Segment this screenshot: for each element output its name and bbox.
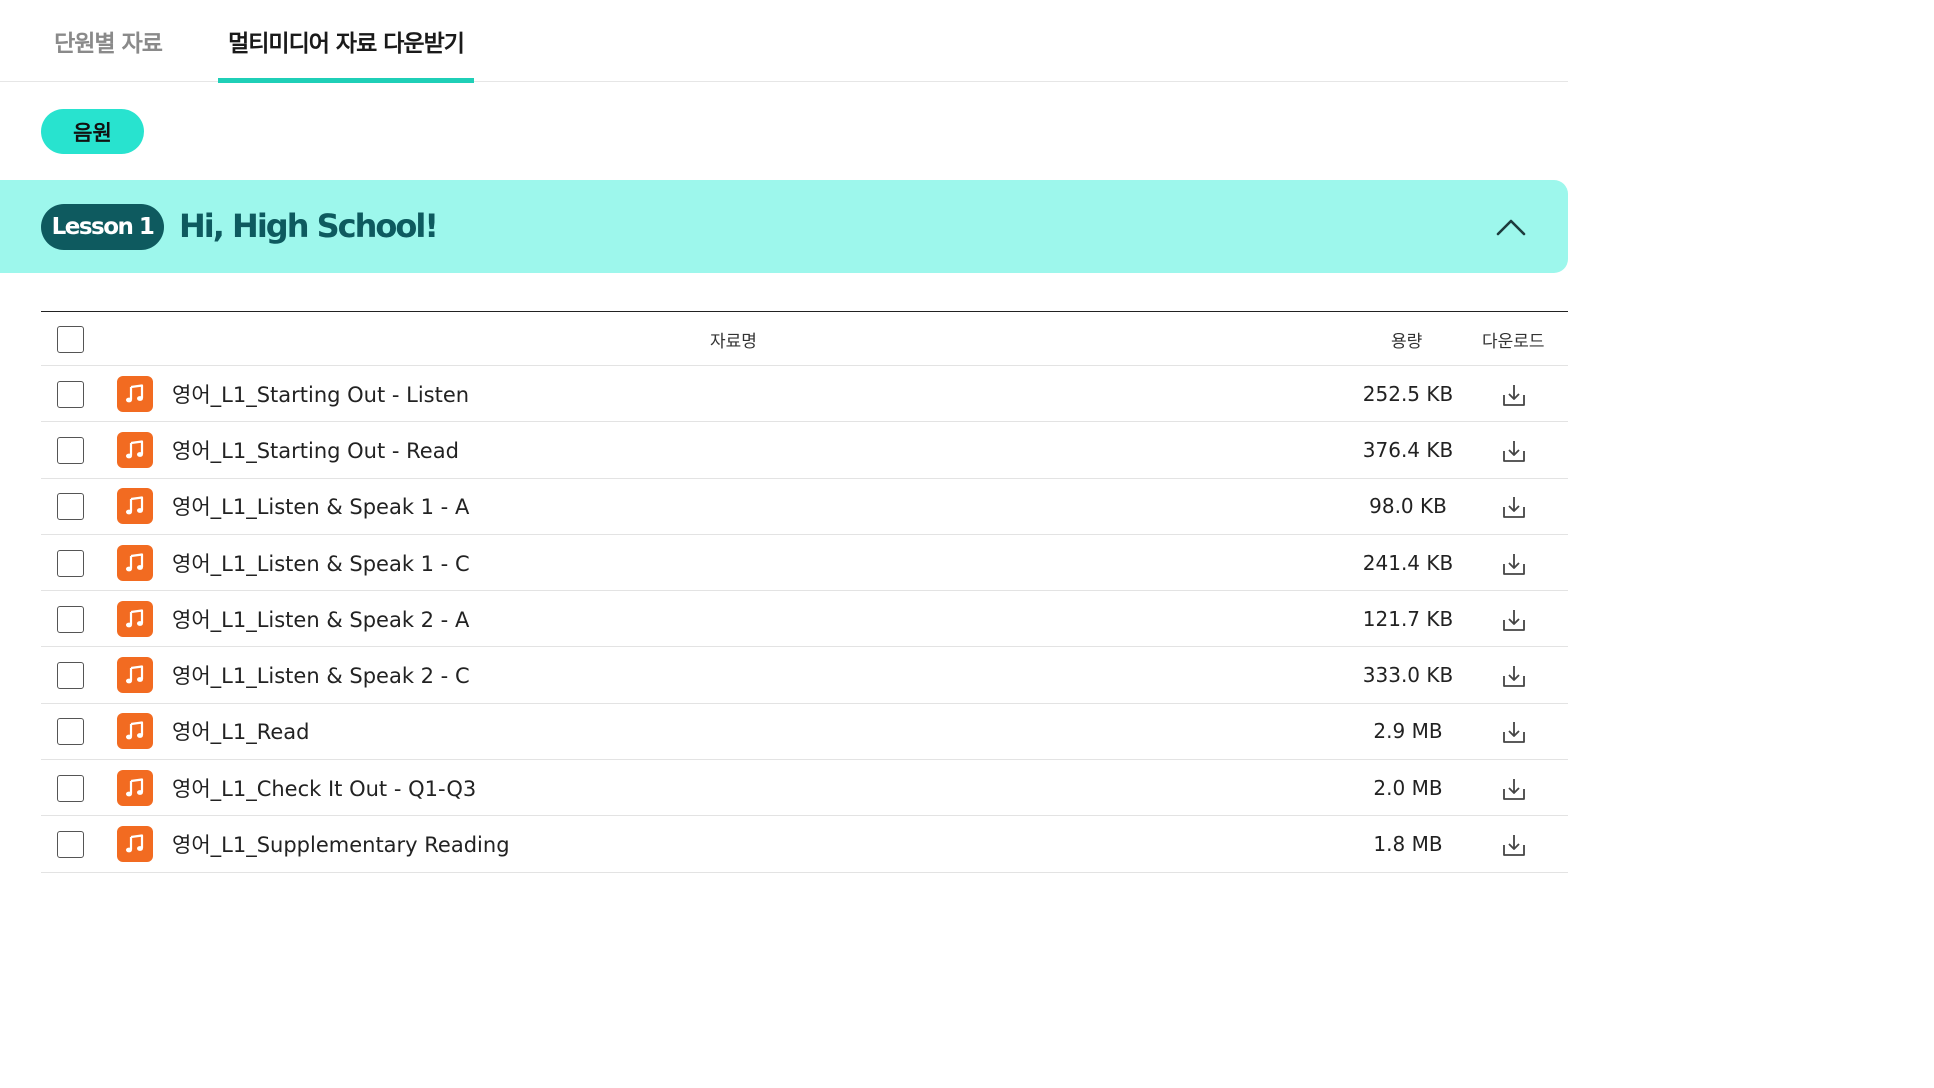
download-icon[interactable]	[1501, 663, 1527, 689]
download-icon[interactable]	[1501, 776, 1527, 802]
file-size: 2.9 MB	[1373, 719, 1443, 744]
music-note-icon	[117, 431, 153, 468]
music-note-icon	[117, 600, 153, 637]
file-name[interactable]: 영어_L1_Check It Out - Q1-Q3	[172, 760, 476, 815]
file-name[interactable]: 영어_L1_Listen & Speak 2 - C	[172, 647, 470, 702]
lesson-badge: Lesson 1	[41, 204, 164, 250]
row-checkbox[interactable]	[57, 774, 84, 802]
lesson-header[interactable]: Lesson 1 Hi, High School!	[0, 180, 1568, 273]
download-icon[interactable]	[1501, 438, 1527, 464]
tab-bar: 단원별 자료 멀티미디어 자료 다운받기	[0, 0, 1568, 83]
file-table: 자료명 용량 다운로드 영어_L1_Starting Out - Listen …	[41, 311, 1568, 873]
lesson-title: Hi, High School!	[179, 207, 439, 245]
table-row: 영어_L1_Supplementary Reading 1.8 MB	[41, 816, 1568, 873]
file-size: 98.0 KB	[1369, 494, 1447, 519]
file-name[interactable]: 영어_L1_Listen & Speak 2 - A	[172, 591, 469, 646]
table-row: 영어_L1_Listen & Speak 2 - A 121.7 KB	[41, 591, 1568, 648]
chevron-up-icon[interactable]	[1492, 208, 1530, 246]
table-row: 영어_L1_Starting Out - Read 376.4 KB	[41, 422, 1568, 479]
table-header: 자료명 용량 다운로드	[41, 312, 1568, 366]
music-note-icon	[117, 713, 153, 750]
file-size: 2.0 MB	[1373, 775, 1443, 800]
download-icon[interactable]	[1501, 382, 1527, 408]
table-row: 영어_L1_Read 2.9 MB	[41, 704, 1568, 761]
column-header-size: 용량	[1391, 331, 1423, 352]
file-size: 333.0 KB	[1362, 663, 1454, 688]
row-checkbox[interactable]	[57, 549, 84, 577]
tab-unit-materials[interactable]: 단원별 자료	[40, 0, 176, 82]
file-size: 1.8 MB	[1373, 832, 1443, 857]
page: 단원별 자료 멀티미디어 자료 다운받기 음원 Lesson 1 Hi, Hig…	[0, 0, 1568, 1088]
table-row: 영어_L1_Starting Out - Listen 252.5 KB	[41, 366, 1568, 423]
file-size: 121.7 KB	[1362, 606, 1454, 631]
row-checkbox[interactable]	[57, 662, 84, 690]
row-checkbox[interactable]	[57, 380, 84, 408]
music-note-icon	[117, 826, 153, 863]
file-name[interactable]: 영어_L1_Listen & Speak 1 - A	[172, 479, 469, 534]
row-checkbox[interactable]	[57, 436, 84, 464]
table-row: 영어_L1_Listen & Speak 1 - C 241.4 KB	[41, 535, 1568, 592]
file-name[interactable]: 영어_L1_Starting Out - Listen	[172, 366, 469, 421]
music-note-icon	[117, 769, 153, 806]
music-note-icon	[117, 375, 153, 412]
download-icon[interactable]	[1501, 719, 1527, 745]
column-header-name: 자료명	[710, 331, 757, 352]
select-all-checkbox[interactable]	[57, 325, 84, 353]
table-row: 영어_L1_Listen & Speak 1 - A 98.0 KB	[41, 479, 1568, 535]
column-header-download: 다운로드	[1482, 331, 1545, 352]
music-note-icon	[117, 488, 153, 525]
download-icon[interactable]	[1501, 607, 1527, 633]
download-icon[interactable]	[1501, 832, 1527, 858]
table-row: 영어_L1_Listen & Speak 2 - C 333.0 KB	[41, 647, 1568, 704]
file-name[interactable]: 영어_L1_Listen & Speak 1 - C	[172, 535, 470, 590]
download-icon[interactable]	[1501, 551, 1527, 577]
table-row: 영어_L1_Check It Out - Q1-Q3 2.0 MB	[41, 760, 1568, 817]
download-icon[interactable]	[1501, 494, 1527, 520]
row-checkbox[interactable]	[57, 831, 84, 859]
file-size: 241.4 KB	[1362, 550, 1454, 575]
file-size: 252.5 KB	[1362, 381, 1454, 406]
table-body: 영어_L1_Starting Out - Listen 252.5 KB 영어_…	[41, 366, 1568, 873]
row-checkbox[interactable]	[57, 718, 84, 746]
music-note-icon	[117, 657, 153, 694]
row-checkbox[interactable]	[57, 493, 84, 521]
filter-audio-button[interactable]: 음원	[41, 109, 144, 154]
file-name[interactable]: 영어_L1_Read	[172, 704, 309, 759]
file-name[interactable]: 영어_L1_Supplementary Reading	[172, 816, 510, 871]
music-note-icon	[117, 544, 153, 581]
row-checkbox[interactable]	[57, 605, 84, 633]
file-name[interactable]: 영어_L1_Starting Out - Read	[172, 422, 459, 477]
tab-multimedia-download[interactable]: 멀티미디어 자료 다운받기	[218, 0, 474, 83]
file-size: 376.4 KB	[1362, 437, 1454, 462]
